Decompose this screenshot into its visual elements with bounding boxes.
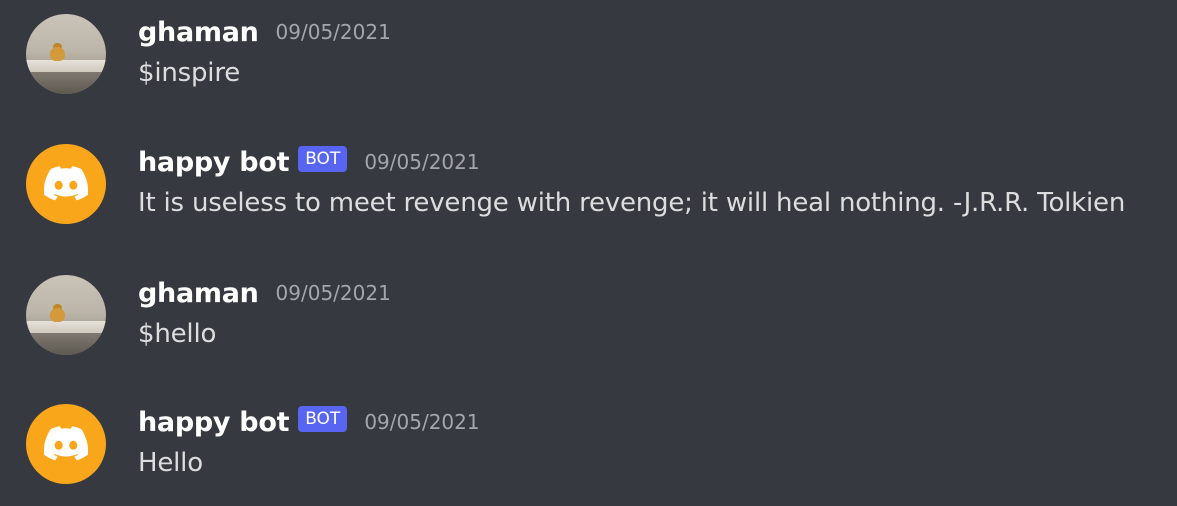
- message-content: $inspire: [138, 58, 241, 88]
- username[interactable]: happy bot: [138, 147, 289, 178]
- bot-tag: BOT: [298, 146, 348, 172]
- timestamp[interactable]: 09/05/2021: [276, 281, 391, 305]
- message-content: It is useless to meet revenge with reven…: [138, 188, 1126, 218]
- message-header: ghaman 09/05/2021: [138, 14, 391, 50]
- username[interactable]: ghaman: [138, 278, 259, 309]
- message-item: happy bot BOT 09/05/2021 It is useless t…: [0, 130, 1177, 230]
- timestamp[interactable]: 09/05/2021: [364, 410, 479, 434]
- message-header: ghaman 09/05/2021: [138, 275, 391, 311]
- timestamp[interactable]: 09/05/2021: [364, 150, 479, 174]
- chat-message-list: ghaman 09/05/2021 $inspire happy bot BOT…: [0, 0, 1177, 506]
- message-item: ghaman 09/05/2021 $hello: [0, 261, 1177, 361]
- avatar[interactable]: [26, 144, 106, 224]
- message-content: $hello: [138, 319, 217, 349]
- bot-tag: BOT: [298, 406, 348, 432]
- avatar-photo-sill: [26, 60, 106, 72]
- avatar-photo-sill: [26, 321, 106, 333]
- discord-logo-icon: [44, 166, 88, 201]
- discord-logo-icon: [44, 426, 88, 461]
- avatar[interactable]: [26, 275, 106, 355]
- message-header: happy bot BOT 09/05/2021: [138, 404, 480, 440]
- avatar-photo-subject: [50, 47, 65, 61]
- timestamp[interactable]: 09/05/2021: [276, 20, 391, 44]
- message-item: ghaman 09/05/2021 $inspire: [0, 0, 1177, 100]
- message-content: Hello: [138, 448, 203, 478]
- avatar[interactable]: [26, 14, 106, 94]
- avatar-photo-wall: [26, 333, 106, 355]
- avatar-photo-wall: [26, 72, 106, 94]
- message-item: happy bot BOT 09/05/2021 Hello: [0, 390, 1177, 490]
- username[interactable]: ghaman: [138, 17, 259, 48]
- avatar-photo-subject: [50, 308, 65, 322]
- avatar[interactable]: [26, 404, 106, 484]
- message-header: happy bot BOT 09/05/2021: [138, 144, 480, 180]
- username[interactable]: happy bot: [138, 407, 289, 438]
